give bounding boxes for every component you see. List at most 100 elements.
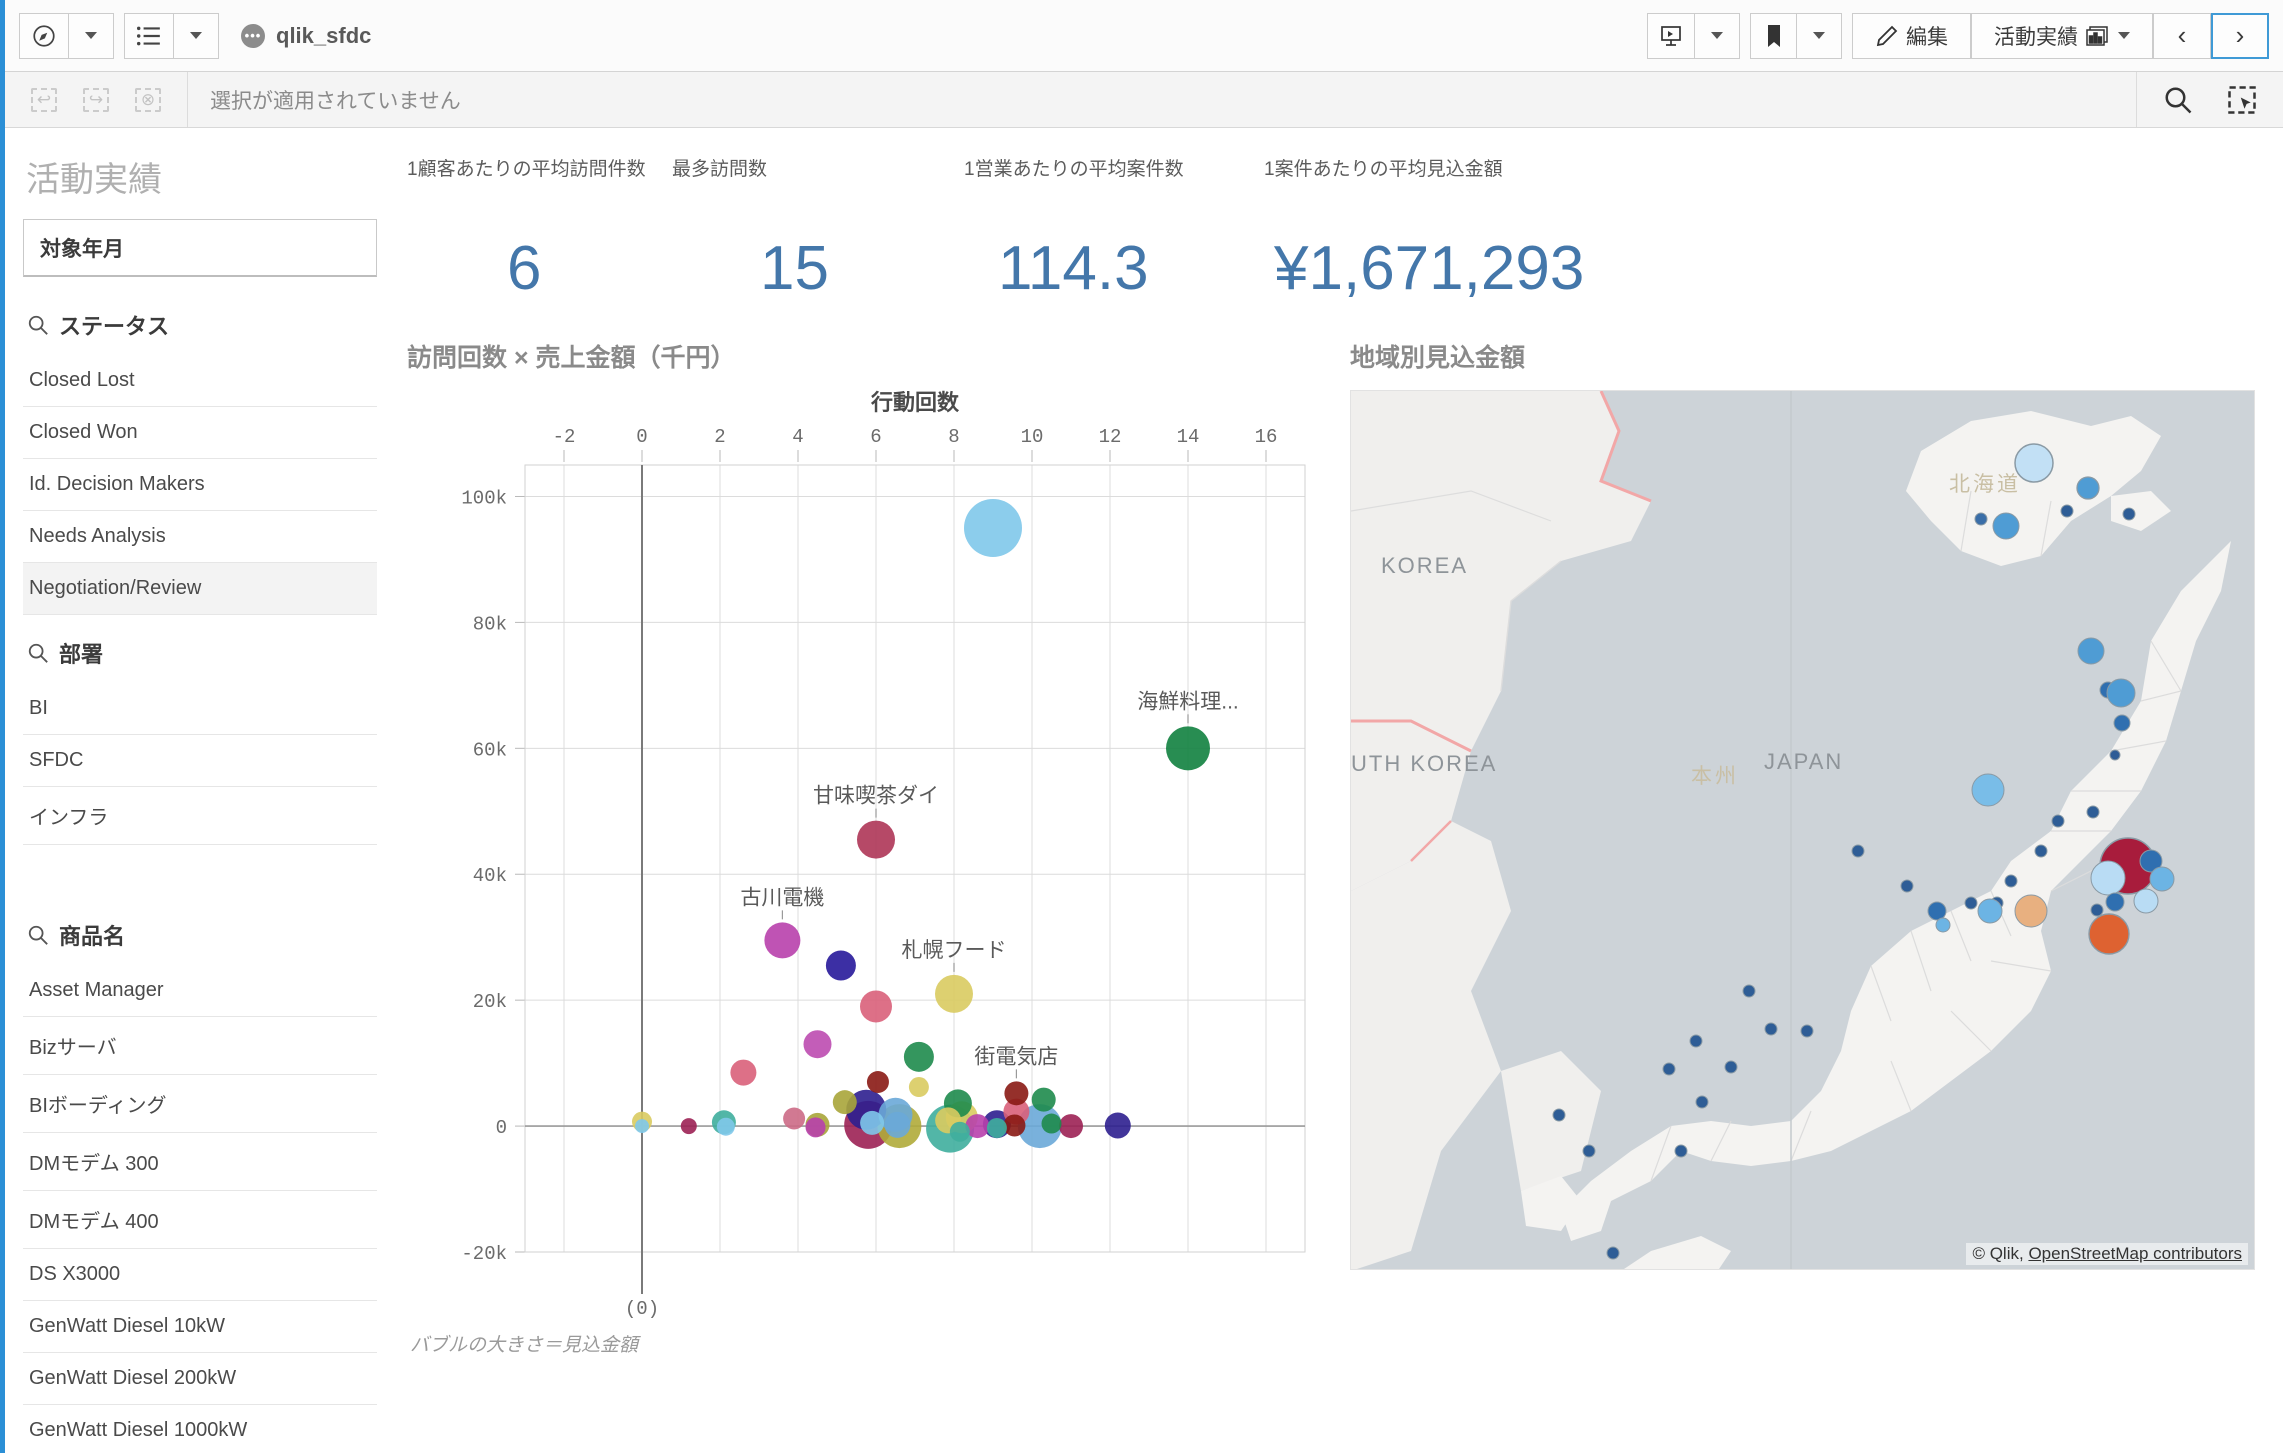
filter-title-department[interactable]: 部署 (23, 615, 377, 683)
map-attribution-prefix: © Qlik, (1972, 1244, 2029, 1263)
edit-label: 編集 (1906, 25, 1948, 49)
scatter-footnote: バブルの大きさ＝見込金額 (410, 1335, 639, 1356)
visualization-row: 訪問回数 × 売上金額（千円） 行動回数 -2 0 2 4 6 8 10 12 14 16 -20k 0… (395, 304, 2283, 1357)
scatter-bubble (964, 498, 1022, 557)
chevron-down-icon (85, 32, 97, 39)
filter-list-product: Asset Manager Bizサーバ BIボーディング DMモデム 300 … (23, 965, 377, 1453)
list-item[interactable]: Bizサーバ (23, 1017, 377, 1075)
selection-history-controls: ↩ ↪ ⊗ (5, 72, 188, 127)
scatter-bubble (860, 1110, 885, 1135)
kpi-avg-amount-per-case: 1案件あたりの平均見込金額 ¥1,671,293 (1264, 154, 1684, 304)
openstreetmap-link[interactable]: OpenStreetMap contributors (2028, 1244, 2242, 1263)
app-title[interactable]: ••• qlik_sfdc (241, 23, 371, 49)
scatter-bubble (860, 990, 892, 1023)
app-body: 活動実績 対象年月 ステータス Closed Lost Closed Won I… (5, 128, 2283, 1453)
filter-title-status[interactable]: ステータス (23, 287, 377, 355)
page-title: 活動実績 (26, 161, 162, 199)
filter-title-product[interactable]: 商品名 (23, 897, 377, 965)
x-axis-title: 行動回数 (870, 390, 960, 415)
selection-tools (2136, 72, 2283, 127)
scatter-svg: 行動回数 -2 0 2 4 6 8 10 12 14 16 -20k 0 20k 40k 60k 80k 100k… (461, 390, 1306, 1320)
filter-title-product-label: 商品名 (59, 924, 126, 949)
kpi-avg-visits-per-customer: 1顧客あたりの平均訪問件数 6 (407, 154, 672, 304)
compass-icon[interactable] (19, 12, 68, 59)
selection-forward-icon[interactable]: ↪ (83, 87, 109, 112)
search-icon (28, 315, 48, 335)
kpi-row: 1顧客あたりの平均訪問件数 6 最多訪問数 15 1営業あたりの平均案件数 11… (395, 128, 2283, 304)
chevron-down-icon (1813, 32, 1825, 39)
x-tick-label: 10 (1021, 426, 1044, 448)
y-tick-label: 60k (473, 739, 507, 761)
kpi-avg-cases-per-rep: 1営業あたりの平均案件数 114.3 (964, 154, 1264, 304)
scatter-bubble (730, 1059, 757, 1086)
storytelling-caret[interactable] (1694, 12, 1740, 59)
list-item[interactable]: Needs Analysis (23, 511, 377, 563)
bookmark-caret[interactable] (1796, 12, 1842, 59)
list-item[interactable]: GenWatt Diesel 10kW (23, 1301, 377, 1353)
scatter-bubble-label: 札幌フード (902, 939, 1007, 962)
list-item[interactable]: BI (23, 683, 377, 735)
x-tick-label: 8 (948, 426, 959, 448)
filter-list-department: BI SFDC インフラ (23, 683, 377, 845)
scatter-bubble (908, 1077, 929, 1098)
y-tick-label: 20k (473, 991, 507, 1013)
filter-list-status: Closed Lost Closed Won Id. Decision Make… (23, 355, 377, 615)
y-tick-label: 0 (496, 1117, 507, 1139)
scatter-bubble (903, 1041, 934, 1072)
list-item[interactable]: Closed Lost (23, 355, 377, 407)
list-item[interactable]: DMモデム 400 (23, 1191, 377, 1249)
kpi-label: 1営業あたりの平均案件数 (964, 159, 1184, 180)
list-item[interactable]: Closed Won (23, 407, 377, 459)
map-label-hokkaido: 北海道 (1949, 473, 2021, 496)
selection-clear-icon[interactable]: ⊗ (135, 87, 161, 112)
list-item[interactable]: Negotiation/Review (23, 563, 377, 615)
edit-button[interactable]: 編集 (1852, 12, 1971, 59)
list-item[interactable]: GenWatt Diesel 200kW (23, 1353, 377, 1405)
list-item[interactable]: GenWatt Diesel 1000kW (23, 1405, 377, 1453)
scatter-bubble (1166, 726, 1210, 771)
list-item[interactable]: Id. Decision Makers (23, 459, 377, 511)
kpi-label: 最多訪問数 (672, 159, 768, 180)
year-month-filter[interactable]: 対象年月 (23, 219, 377, 277)
scatter-bubble (866, 1071, 889, 1094)
search-icon (28, 643, 48, 663)
filter-title-status-label: ステータス (59, 314, 170, 339)
selection-tool-icon[interactable] (2227, 85, 2257, 115)
scatter-bubble (680, 1118, 697, 1135)
scatter-bubble (1059, 1114, 1083, 1139)
scatter-bubble-label: 古川電機 (740, 886, 824, 909)
bookmark-group (1750, 12, 1842, 59)
storytelling-group (1647, 12, 1740, 59)
bookmark-icon[interactable] (1750, 12, 1796, 59)
list-item[interactable]: DS X3000 (23, 1249, 377, 1301)
list-icon[interactable] (124, 12, 173, 59)
kpi-value: ¥1,671,293 (1274, 234, 1585, 303)
kpi-label: 1案件あたりの平均見込金額 (1264, 159, 1503, 180)
year-month-filter-label: 対象年月 (40, 237, 124, 261)
sheet-list-caret[interactable] (173, 12, 219, 59)
list-item[interactable]: SFDC (23, 735, 377, 787)
scatter-bubble (803, 1030, 832, 1059)
list-item[interactable]: Asset Manager (23, 965, 377, 1017)
list-item[interactable]: BIボーディング (23, 1075, 377, 1133)
next-sheet-button[interactable]: › (2211, 12, 2269, 59)
list-item[interactable]: インフラ (23, 787, 377, 845)
list-item[interactable]: DMモデム 300 (23, 1133, 377, 1191)
x-tick-label: -2 (553, 426, 576, 448)
search-icon[interactable] (2163, 85, 2193, 115)
storytelling-icon[interactable] (1647, 12, 1694, 59)
scatter-bubble (805, 1117, 826, 1138)
selection-back-icon[interactable]: ↩ (31, 87, 57, 112)
y-tick-label: 100k (461, 487, 507, 509)
map-container[interactable]: KOREA UTH KOREA JAPAN 本州 北海道 © Qlik, Ope… (1350, 390, 2255, 1270)
kpi-label: 1顧客あたりの平均訪問件数 (407, 159, 646, 180)
scatter-bubble (635, 1119, 649, 1134)
scatter-bubble-label: 街電気店 (974, 1045, 1058, 1068)
scatter-bubble-label: 海鮮料理... (1137, 690, 1239, 713)
previous-sheet-button[interactable]: ‹ (2153, 12, 2211, 59)
sheet-selector-button[interactable]: 活動実績 (1971, 12, 2153, 59)
chevron-down-icon (190, 32, 202, 39)
search-icon (28, 925, 48, 945)
scatter-chart[interactable]: 行動回数 -2 0 2 4 6 8 10 12 14 16 -20k 0 20k 40k 60k 80k 100k… (407, 390, 1322, 1330)
navigation-menu-caret[interactable] (68, 12, 114, 59)
